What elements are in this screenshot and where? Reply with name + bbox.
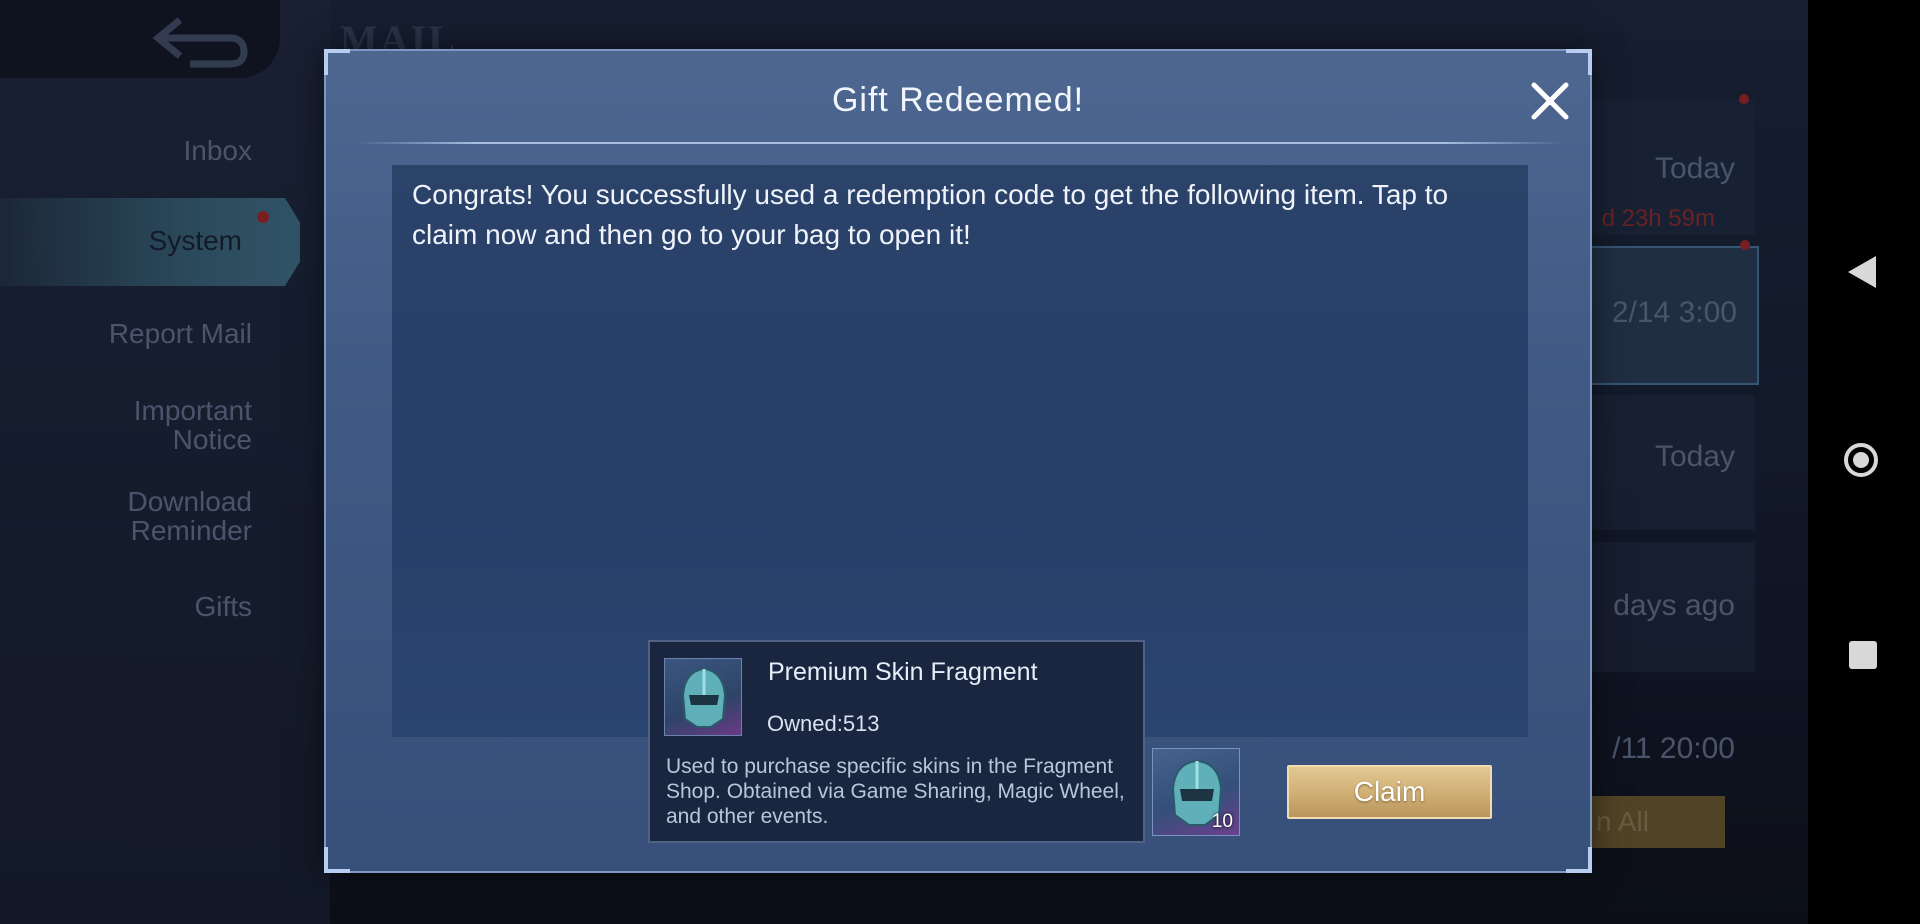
claim-button[interactable]: Claim bbox=[1287, 765, 1492, 819]
message-text: Congrats! You successfully used a redemp… bbox=[412, 179, 1449, 250]
item-owned-count: Owned:513 bbox=[767, 711, 880, 736]
item-icon-frame bbox=[664, 658, 742, 736]
nav-back-icon[interactable] bbox=[1848, 256, 1876, 288]
nav-recent-apps-icon[interactable] bbox=[1849, 641, 1877, 669]
helmet-fragment-icon bbox=[681, 667, 727, 728]
corner-ornament bbox=[324, 847, 350, 873]
title-divider bbox=[356, 142, 1564, 144]
corner-ornament bbox=[1566, 847, 1592, 873]
close-icon bbox=[1531, 82, 1569, 120]
corner-ornament bbox=[324, 49, 350, 75]
dialog-title: Gift Redeemed! bbox=[831, 81, 1085, 119]
nav-home-icon[interactable] bbox=[1844, 443, 1878, 477]
item-description: Used to purchase specific skins in the F… bbox=[666, 755, 1125, 828]
corner-ornament bbox=[1566, 49, 1592, 75]
reward-item-slot[interactable]: 10 bbox=[1152, 748, 1240, 836]
item-tooltip: Premium Skin Fragment Owned:513 Used to … bbox=[648, 640, 1145, 843]
reward-quantity: 10 bbox=[1211, 811, 1233, 832]
gift-redeemed-dialog: Gift Redeemed! Congrats! You successfull… bbox=[324, 49, 1592, 873]
close-button[interactable] bbox=[1526, 77, 1574, 125]
item-name: Premium Skin Fragment bbox=[768, 658, 1038, 686]
